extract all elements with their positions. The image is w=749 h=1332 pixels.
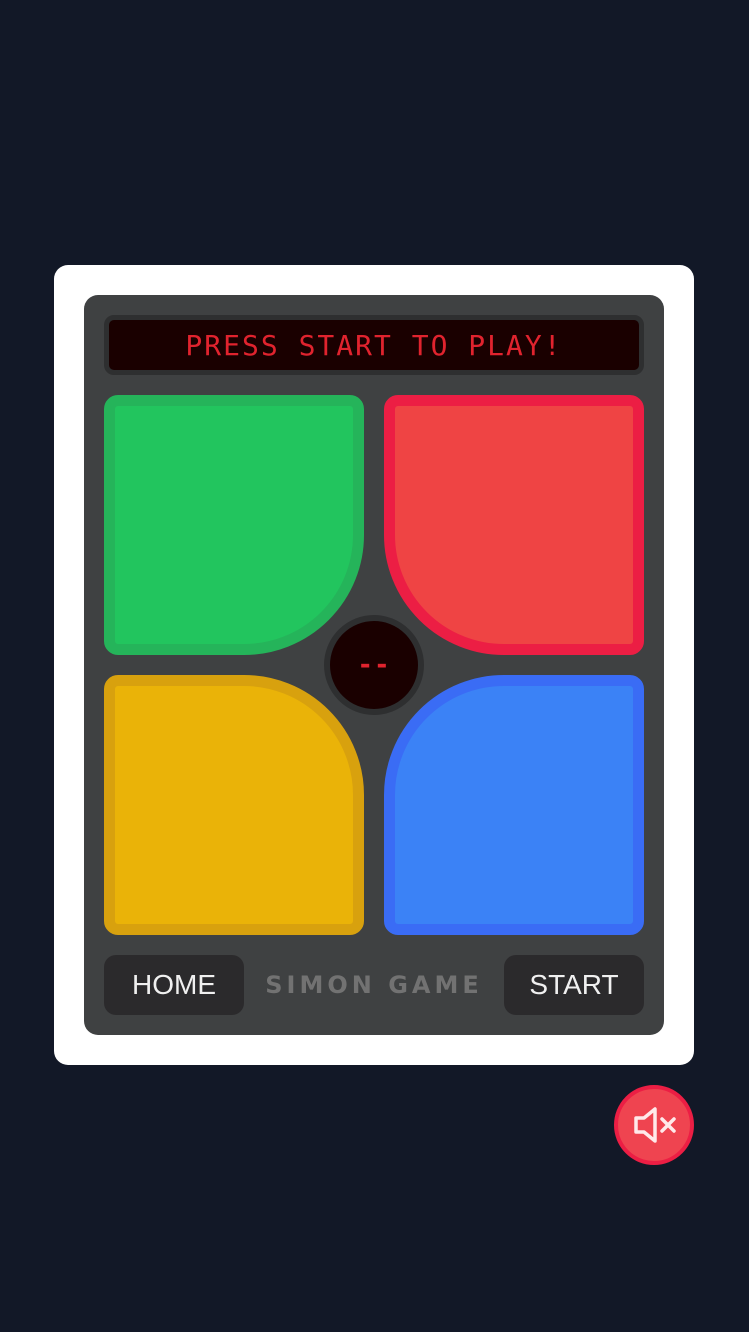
- start-button-label: START: [529, 969, 619, 1000]
- counter-value: --: [357, 650, 391, 680]
- score-counter: --: [324, 615, 424, 715]
- mute-button[interactable]: [614, 1085, 694, 1165]
- game-title: SIMON GAME: [265, 971, 483, 999]
- speaker-muted-icon: [634, 1107, 676, 1143]
- blue-pad[interactable]: [384, 675, 644, 935]
- home-button[interactable]: HOME: [104, 955, 244, 1015]
- green-pad[interactable]: [104, 395, 364, 655]
- simon-console: PRESS START TO PLAY! -- HOME SIMON GAME …: [84, 295, 664, 1035]
- red-pad[interactable]: [384, 395, 644, 655]
- display-message: PRESS START TO PLAY!: [185, 328, 563, 362]
- start-button[interactable]: START: [504, 955, 644, 1015]
- home-button-label: HOME: [132, 969, 216, 1000]
- yellow-pad[interactable]: [104, 675, 364, 935]
- message-display: PRESS START TO PLAY!: [104, 315, 644, 375]
- game-card: PRESS START TO PLAY! -- HOME SIMON GAME …: [54, 265, 694, 1065]
